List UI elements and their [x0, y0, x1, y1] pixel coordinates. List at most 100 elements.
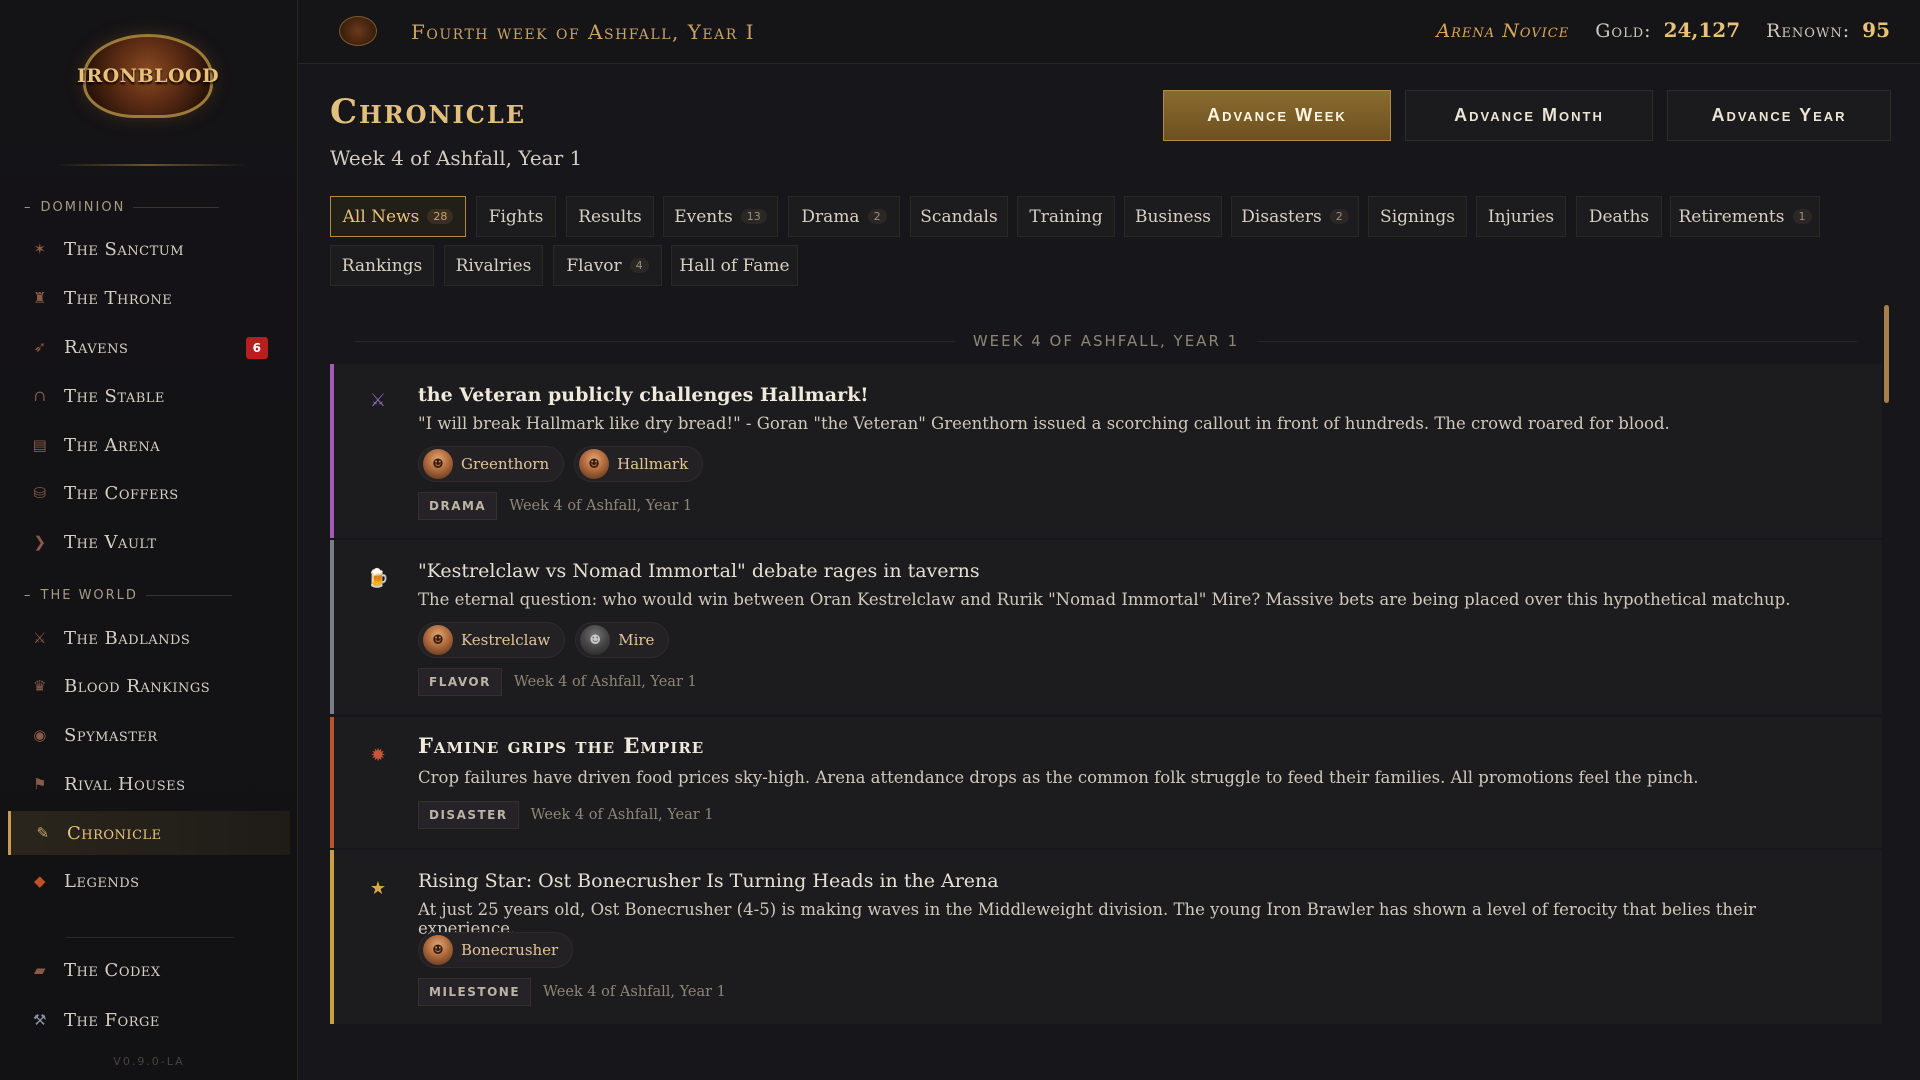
tab-all-news[interactable]: All News 28	[330, 196, 466, 237]
fighter-avatar: ☻	[423, 935, 453, 965]
news-date: Week 4 of Ashfall, Year 1	[513, 674, 697, 690]
tab-fights[interactable]: Fights	[476, 196, 556, 237]
sidebar-item-label: The Sanctum	[64, 238, 185, 260]
sidebar-item-blood-rankings[interactable]: ♛ Blood Rankings	[8, 664, 290, 708]
sidebar-item-label: Blood Rankings	[64, 675, 211, 697]
tab-training[interactable]: Training	[1017, 196, 1115, 237]
week-divider: WEEK 4 OF ASHFALL, YEAR 1	[330, 332, 1882, 350]
sidebar-item-label: Legends	[64, 870, 140, 892]
advance-month-button[interactable]: Advance Month	[1405, 90, 1653, 141]
sidebar-item-the-coffers[interactable]: ⛁ The Coffers	[8, 471, 290, 515]
fighter-chip-hallmark[interactable]: ☻ Hallmark	[574, 446, 704, 482]
news-meta: DISASTER Week 4 of Ashfall, Year 1	[418, 801, 714, 829]
sidebar-item-the-stable[interactable]: ∩ The Stable	[8, 374, 290, 418]
page-title: Chronicle	[330, 92, 527, 132]
player-stats: Arena Novice Gold: 24,127 Renown: 95	[1436, 18, 1890, 42]
book-icon: ▰	[33, 961, 47, 979]
renown-stat: Renown: 95	[1766, 18, 1890, 42]
fighter-chip-kestrelclaw[interactable]: ☻ Kestrelclaw	[418, 622, 566, 658]
sidebar-item-the-forge[interactable]: ⚒ The Forge	[8, 998, 290, 1042]
sidebar-item-legends[interactable]: ◆ Legends	[8, 859, 290, 903]
sidebar-item-spymaster[interactable]: ◉ Spymaster	[8, 713, 290, 757]
tab-business[interactable]: Business	[1124, 196, 1222, 237]
candle-icon: ✶	[33, 240, 47, 258]
tab-drama[interactable]: Drama 2	[788, 196, 900, 237]
tab-count: 1	[1792, 209, 1812, 224]
sidebar-item-ravens[interactable]: ➶ Ravens 6	[8, 325, 290, 369]
sidebar-item-the-badlands[interactable]: ⚔ The Badlands	[8, 616, 290, 660]
category-tag: DISASTER	[418, 801, 519, 829]
sidebar-item-label: The Stable	[64, 385, 165, 407]
tab-count: 28	[427, 209, 454, 224]
sidebar-item-the-sanctum[interactable]: ✶ The Sanctum	[8, 227, 290, 271]
logo-emblem-icon: IRONBLOOD	[77, 34, 219, 118]
fighter-avatar: ☻	[580, 625, 611, 655]
current-date: Fourth week of Ashfall, Year I	[411, 20, 756, 44]
advance-week-button[interactable]: Advance Week	[1163, 90, 1391, 141]
tab-count: 2	[1329, 209, 1349, 224]
fighter-avatar: ☻	[423, 625, 453, 655]
fire-icon: ✹	[370, 744, 386, 766]
news-card-drama[interactable]: ⚔ the Veteran publicly challenges Hallma…	[330, 364, 1882, 538]
sidebar-item-the-arena[interactable]: ▤ The Arena	[8, 423, 290, 467]
tab-disasters[interactable]: Disasters 2	[1231, 196, 1359, 237]
news-title: the Veteran publicly challenges Hallmark…	[418, 384, 869, 406]
advance-year-button[interactable]: Advance Year	[1667, 90, 1891, 141]
tab-results[interactable]: Results	[566, 196, 654, 237]
tab-events[interactable]: Events 13	[663, 196, 778, 237]
tab-rivalries[interactable]: Rivalries	[444, 245, 543, 286]
sidebar-item-label: Ravens	[64, 336, 129, 358]
sidebar-item-label: The Throne	[64, 287, 173, 309]
renown-label: Renown:	[1766, 20, 1851, 42]
sword-icon: ⚔	[33, 629, 47, 647]
tab-hall-of-fame[interactable]: Hall of Fame	[671, 245, 798, 286]
tab-rankings[interactable]: Rankings	[330, 245, 434, 286]
logo-divider	[52, 164, 248, 166]
gold-label: Gold:	[1595, 20, 1652, 42]
ravens-unread-badge: 6	[246, 337, 268, 359]
gold-value: 24,127	[1663, 18, 1741, 42]
news-body: At just 25 years old, Ost Bonecrusher (4…	[418, 900, 1756, 938]
sidebar-item-label: Spymaster	[64, 724, 158, 746]
feed-scrollbar[interactable]	[1884, 305, 1889, 403]
category-tag: FLAVOR	[418, 668, 502, 696]
news-title: "Kestrelclaw vs Nomad Immortal" debate r…	[418, 560, 980, 582]
sidebar-item-label: Chronicle	[67, 822, 162, 844]
player-rank: Arena Novice	[1436, 20, 1570, 42]
news-card-disaster[interactable]: ✹ Famine grips the Empire Crop failures …	[330, 717, 1882, 848]
gem-icon: ◆	[33, 872, 47, 890]
sidebar-item-label: The Forge	[64, 1009, 160, 1031]
news-body: "I will break Hallmark like dry bread!" …	[418, 414, 1670, 433]
tab-scandals[interactable]: Scandals	[910, 196, 1008, 237]
sidebar-item-the-vault[interactable]: ❯ The Vault	[8, 520, 290, 564]
sidebar-item-chronicle[interactable]: ✎ Chronicle	[8, 811, 290, 855]
ironblood-logo[interactable]: IRONBLOOD	[77, 30, 219, 122]
sidebar-item-the-throne[interactable]: ♜ The Throne	[8, 276, 290, 320]
tab-count: 2	[867, 209, 887, 224]
news-date: Week 4 of Ashfall, Year 1	[509, 498, 693, 514]
scroll-icon: ✎	[36, 824, 50, 842]
fighter-chip-mire[interactable]: ☻ Mire	[575, 622, 670, 658]
star-icon: ★	[369, 877, 387, 899]
tab-deaths[interactable]: Deaths	[1576, 196, 1662, 237]
chest-icon: ⛁	[33, 484, 47, 502]
news-card-milestone[interactable]: ★ Rising Star: Ost Bonecrusher Is Turnin…	[330, 850, 1882, 1024]
news-meta: FLAVOR Week 4 of Ashfall, Year 1	[418, 668, 697, 696]
banner-icon: ⚑	[33, 775, 47, 793]
top-bar: Fourth week of Ashfall, Year I Arena Nov…	[299, 0, 1920, 64]
sidebar-item-the-codex[interactable]: ▰ The Codex	[8, 948, 290, 992]
fighter-chip-greenthorn[interactable]: ☻ Greenthorn	[418, 446, 565, 482]
renown-value: 95	[1862, 18, 1890, 42]
logo-text: IRONBLOOD	[76, 65, 220, 87]
sidebar-item-label: The Arena	[64, 434, 161, 456]
tab-flavor[interactable]: Flavor 4	[553, 245, 662, 286]
sidebar-item-label: The Codex	[64, 959, 161, 981]
tab-retirements[interactable]: Retirements 1	[1670, 196, 1820, 237]
fighter-chip-bonecrusher[interactable]: ☻ Bonecrusher	[418, 932, 574, 968]
tab-signings[interactable]: Signings	[1368, 196, 1467, 237]
news-card-flavor[interactable]: 🍺 "Kestrelclaw vs Nomad Immortal" debate…	[330, 540, 1882, 714]
tab-injuries[interactable]: Injuries	[1476, 196, 1566, 237]
news-body: Crop failures have driven food prices sk…	[418, 768, 1699, 787]
news-body: The eternal question: who would win betw…	[418, 590, 1791, 609]
sidebar-item-rival-houses[interactable]: ⚑ Rival Houses	[8, 762, 290, 806]
